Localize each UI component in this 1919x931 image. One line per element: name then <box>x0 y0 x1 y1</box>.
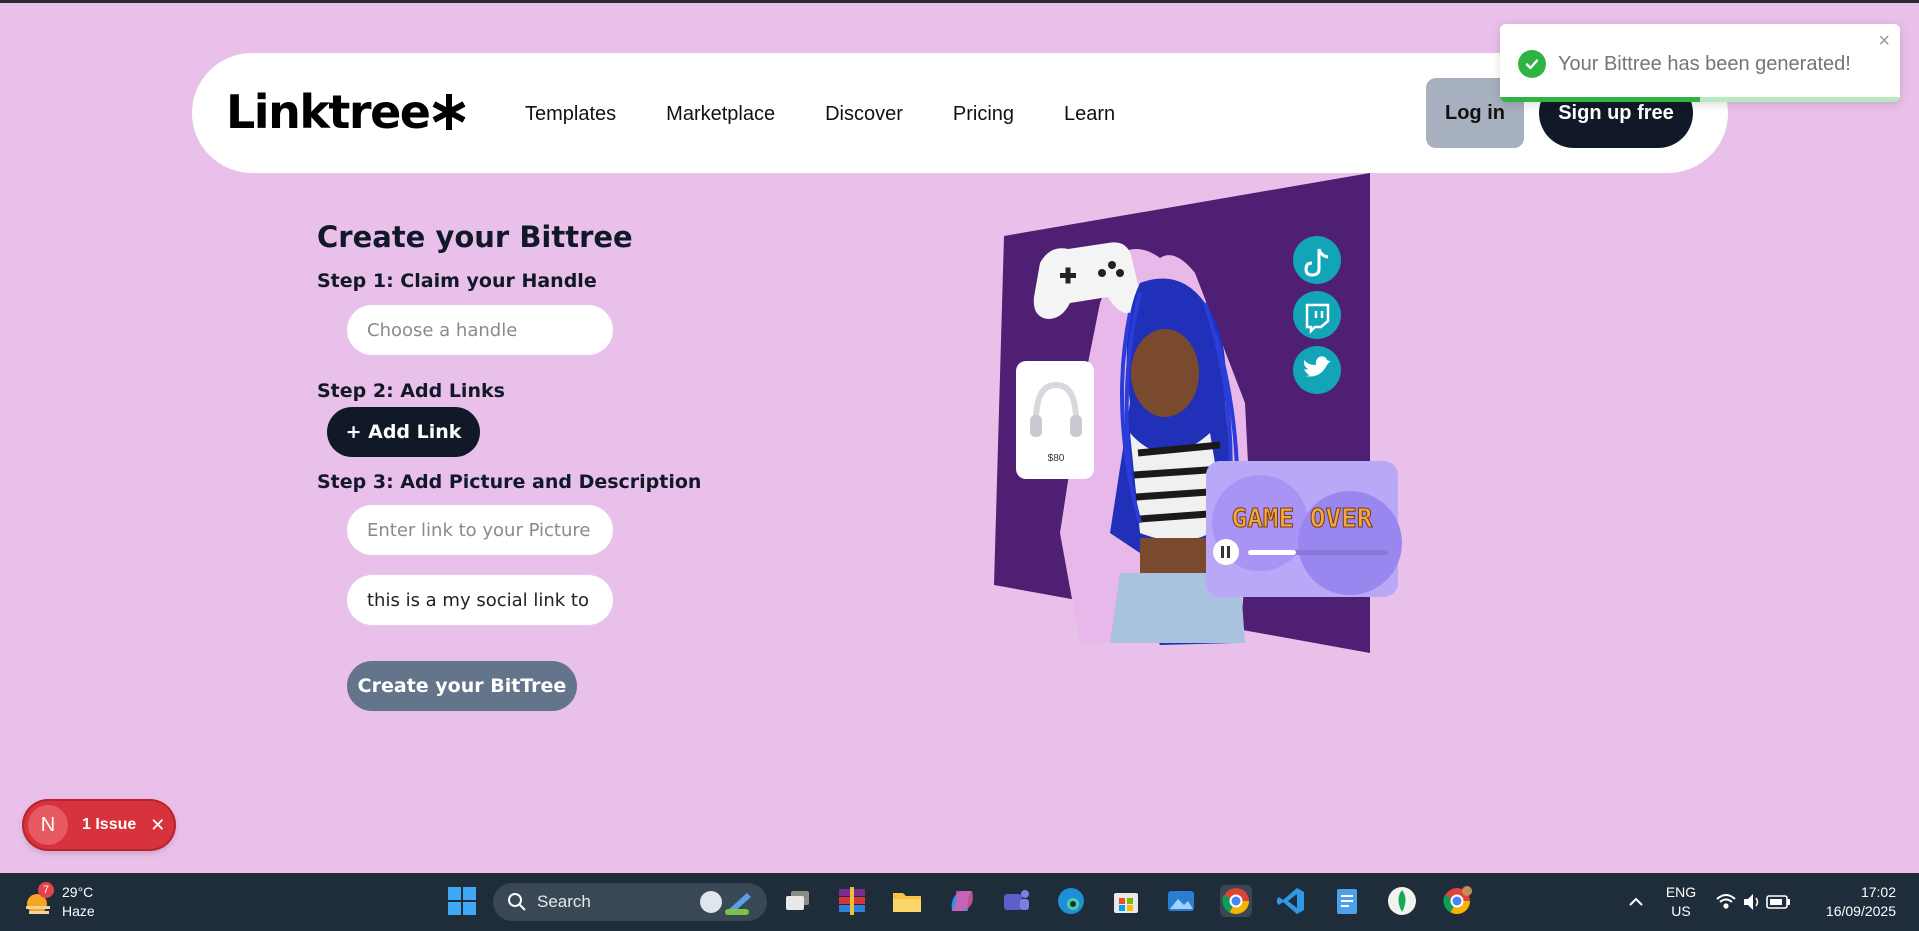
handle-input[interactable] <box>347 305 613 355</box>
twitch-icon <box>1293 291 1341 339</box>
chrome-profile-icon[interactable] <box>1441 885 1473 917</box>
search-highlight-icon <box>700 891 751 915</box>
dev-issues-badge[interactable]: N 1 Issue ✕ <box>24 801 174 849</box>
edge-icon[interactable] <box>1055 885 1087 917</box>
twitter-icon <box>1293 346 1341 394</box>
weather-sun-icon: 7 <box>22 882 54 918</box>
tiktok-icon <box>1293 236 1341 284</box>
search-label: Search <box>537 892 591 911</box>
chrome-active-icon[interactable] <box>1220 885 1252 917</box>
vscode-icon[interactable] <box>1275 885 1307 917</box>
hero-illustration: $80 GAME OVER <box>994 173 1402 653</box>
issue-close-icon[interactable]: ✕ <box>150 815 165 836</box>
description-input[interactable] <box>347 575 613 625</box>
issue-count-label: 1 Issue <box>82 816 137 833</box>
weather-widget[interactable]: 7 29°C Haze <box>22 882 95 921</box>
check-circle-icon <box>1518 50 1546 78</box>
language-primary: ENG <box>1665 884 1697 900</box>
nav-pricing[interactable]: Pricing <box>953 103 1014 126</box>
add-link-button[interactable]: + Add Link <box>327 407 480 457</box>
winrar-icon[interactable] <box>836 885 868 917</box>
linktree-logo[interactable]: Linktree <box>226 89 466 135</box>
picture-link-input[interactable] <box>347 505 613 555</box>
volume-icon <box>1744 894 1759 910</box>
navbar: Linktree Templates Marketplace Discover … <box>192 53 1728 173</box>
file-explorer-icon[interactable] <box>891 885 923 917</box>
window-top-border <box>0 0 1919 3</box>
next-logo-icon: N <box>28 805 68 845</box>
system-tray-group[interactable] <box>1715 889 1793 915</box>
mongodb-compass-icon[interactable] <box>1386 885 1418 917</box>
clock[interactable]: 17:02 16/09/2025 <box>1812 883 1896 921</box>
teams-icon[interactable] <box>1000 885 1032 917</box>
wifi-icon <box>1716 894 1736 909</box>
game-over-text: GAME OVER <box>1232 504 1373 534</box>
taskbar-search[interactable]: Search <box>493 883 767 921</box>
windows-start-icon[interactable] <box>446 885 478 917</box>
logo-text: Linktree <box>226 85 431 139</box>
toast-close-icon[interactable]: × <box>1878 30 1890 53</box>
headphones-product-card: $80 <box>1016 361 1094 479</box>
microsoft-store-icon[interactable] <box>1110 885 1142 917</box>
weather-badge: 7 <box>38 882 54 898</box>
language-indicator[interactable]: ENG US <box>1664 883 1698 921</box>
clock-time: 17:02 <box>1860 884 1896 900</box>
price-tag: $80 <box>1048 453 1065 464</box>
success-toast: Your Bittree has been generated! × <box>1500 24 1900 102</box>
toast-progress-bar <box>1500 97 1900 102</box>
battery-icon <box>1766 895 1790 909</box>
tray-overflow-chevron-icon[interactable] <box>1622 887 1654 919</box>
task-view-icon[interactable] <box>782 885 814 917</box>
game-over-card: GAME OVER <box>1206 461 1402 597</box>
toast-message: Your Bittree has been generated! <box>1558 53 1851 75</box>
photos-icon[interactable] <box>1165 885 1197 917</box>
language-secondary: US <box>1671 903 1691 919</box>
weather-temperature: 29°C <box>62 884 94 900</box>
clock-date: 16/09/2025 <box>1825 903 1896 919</box>
copilot-icon[interactable] <box>946 885 978 917</box>
weather-condition: Haze <box>62 903 95 919</box>
step3-label: Step 3: Add Picture and Description <box>317 471 702 493</box>
nav-learn[interactable]: Learn <box>1064 103 1115 126</box>
step2-label: Step 2: Add Links <box>317 380 505 402</box>
asterisk-logo-icon <box>432 94 465 130</box>
nav-discover[interactable]: Discover <box>825 103 903 126</box>
toast-progress-fill <box>1500 97 1700 102</box>
nav-templates[interactable]: Templates <box>525 103 616 126</box>
nav-marketplace[interactable]: Marketplace <box>666 103 775 126</box>
step1-label: Step 1: Claim your Handle <box>317 270 597 292</box>
page-title: Create your Bittree <box>317 220 633 254</box>
create-bittree-button[interactable]: Create your BitTree <box>347 661 577 711</box>
windows-taskbar: 7 29°C Haze Search ENG US 17:02 16/09/20… <box>0 873 1919 931</box>
notepad-icon[interactable] <box>1331 885 1363 917</box>
search-icon <box>508 893 526 911</box>
nav-links: Templates Marketplace Discover Pricing L… <box>525 103 1115 126</box>
